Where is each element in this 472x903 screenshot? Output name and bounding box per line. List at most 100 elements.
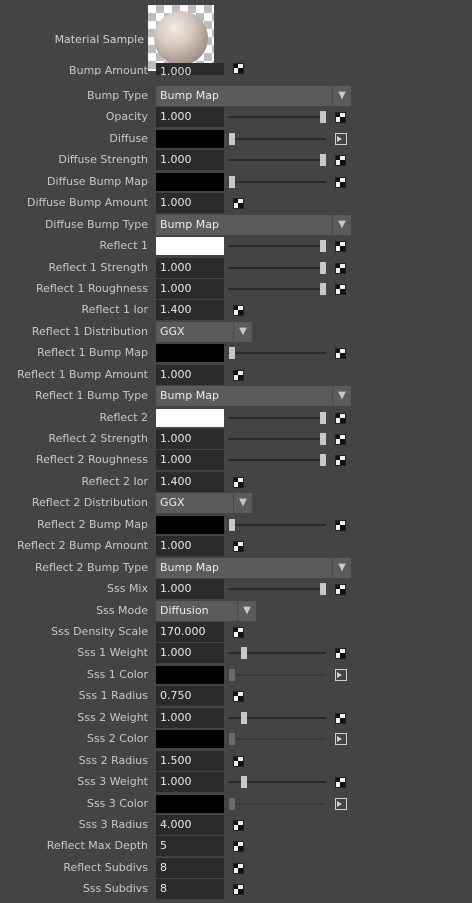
- texture-map-checker-icon[interactable]: [233, 841, 244, 852]
- sss-1-radius-field[interactable]: 0.750: [156, 686, 224, 706]
- bump-amount-map-button[interactable]: [233, 63, 244, 74]
- sss-3-weight-field[interactable]: 1.000: [156, 772, 224, 792]
- sss-mix-slider[interactable]: [228, 583, 326, 595]
- reflect-2-slider-handle[interactable]: [320, 412, 326, 424]
- chevron-down-icon[interactable]: ▼: [332, 86, 351, 106]
- reflect-2-bump-map-color-swatch[interactable]: [156, 516, 224, 534]
- reflect-2-roughness-field[interactable]: 1.000: [156, 450, 224, 470]
- reflect-2-ior-field[interactable]: 1.400: [156, 472, 224, 492]
- reflect-2-bump-type-dropdown[interactable]: Bump Map ▼: [156, 558, 351, 578]
- texture-map-checker-icon[interactable]: [335, 455, 346, 466]
- texture-map-checker-icon[interactable]: [335, 284, 346, 295]
- chevron-down-icon[interactable]: ▼: [332, 386, 351, 406]
- diffuse-bump-map-slider-handle[interactable]: [229, 176, 235, 188]
- reflect-2-slider[interactable]: [228, 412, 326, 424]
- reflect-1-bump-type-dropdown[interactable]: Bump Map ▼: [156, 386, 351, 406]
- reflect-2-bump-amount-field[interactable]: 1.000: [156, 536, 224, 556]
- diffuse-bump-type-dropdown[interactable]: Bump Map ▼: [156, 215, 351, 235]
- sss-subdivs-field[interactable]: 8: [156, 879, 224, 899]
- reflect-1-ior-field[interactable]: 1.400: [156, 300, 224, 320]
- chevron-down-icon[interactable]: ▼: [332, 558, 351, 578]
- diffuse-bump-map-slider[interactable]: [228, 176, 326, 188]
- texture-map-checker-icon[interactable]: [233, 756, 244, 767]
- opacity-field[interactable]: 1.000: [156, 107, 224, 127]
- material-sample-swatch[interactable]: [148, 5, 214, 71]
- texture-map-checker-icon[interactable]: [335, 155, 346, 166]
- output-connection-icon[interactable]: [335, 669, 347, 681]
- reflect-2-roughness-slider[interactable]: [228, 454, 326, 466]
- chevron-down-icon[interactable]: ▼: [332, 215, 351, 235]
- sss-2-color-slider-handle[interactable]: [229, 733, 235, 745]
- diffuse-strength-field[interactable]: 1.000: [156, 150, 224, 170]
- diffuse-strength-slider-handle[interactable]: [320, 154, 326, 166]
- reflect-max-depth-field[interactable]: 5: [156, 836, 224, 856]
- bump-amount-field[interactable]: 1.000: [156, 63, 224, 75]
- sss-1-color-color-swatch[interactable]: [156, 666, 224, 684]
- reflect-1-strength-slider[interactable]: [228, 262, 326, 274]
- bump-type-dropdown[interactable]: Bump Map ▼: [156, 86, 351, 106]
- reflect-1-strength-field[interactable]: 1.000: [156, 258, 224, 278]
- sss-2-weight-field[interactable]: 1.000: [156, 708, 224, 728]
- chevron-down-icon[interactable]: ▼: [237, 601, 256, 621]
- diffuse-slider-handle[interactable]: [229, 133, 235, 145]
- sss-2-radius-field[interactable]: 1.500: [156, 751, 224, 771]
- diffuse-color-swatch[interactable]: [156, 130, 224, 148]
- reflect-1-roughness-slider[interactable]: [228, 283, 326, 295]
- sss-density-scale-field[interactable]: 170.000: [156, 622, 224, 642]
- chevron-down-icon[interactable]: ▼: [233, 493, 252, 513]
- reflect-1-bump-map-color-swatch[interactable]: [156, 344, 224, 362]
- sss-3-color-slider-handle[interactable]: [229, 798, 235, 810]
- opacity-slider-handle[interactable]: [320, 111, 326, 123]
- sss-1-color-slider-handle[interactable]: [229, 669, 235, 681]
- texture-map-checker-icon[interactable]: [335, 520, 346, 531]
- texture-map-checker-icon[interactable]: [233, 477, 244, 488]
- output-connection-icon[interactable]: [335, 798, 347, 810]
- reflect-1-distribution-dropdown[interactable]: GGX ▼: [156, 322, 252, 342]
- sss-3-color-slider[interactable]: [228, 798, 326, 810]
- reflect-1-slider[interactable]: [228, 240, 326, 252]
- sss-mix-slider-handle[interactable]: [320, 583, 326, 595]
- texture-map-checker-icon[interactable]: [233, 863, 244, 874]
- sss-1-color-slider[interactable]: [228, 669, 326, 681]
- texture-map-checker-icon[interactable]: [335, 348, 346, 359]
- sss-2-weight-slider-handle[interactable]: [240, 712, 247, 724]
- diffuse-bump-map-color-swatch[interactable]: [156, 173, 224, 191]
- sss-mix-field[interactable]: 1.000: [156, 579, 224, 599]
- sss-1-weight-slider-handle[interactable]: [240, 647, 247, 659]
- texture-map-checker-icon[interactable]: [335, 112, 346, 123]
- reflect-2-bump-map-slider-handle[interactable]: [229, 519, 235, 531]
- texture-map-checker-icon[interactable]: [335, 413, 346, 424]
- texture-map-checker-icon[interactable]: [335, 177, 346, 188]
- reflect-1-bump-map-slider-handle[interactable]: [229, 347, 235, 359]
- diffuse-bump-amount-field[interactable]: 1.000: [156, 193, 224, 213]
- texture-map-checker-icon[interactable]: [233, 820, 244, 831]
- texture-map-checker-icon[interactable]: [335, 241, 346, 252]
- reflect-1-roughness-slider-handle[interactable]: [320, 283, 326, 295]
- texture-map-checker-icon[interactable]: [233, 884, 244, 895]
- texture-map-checker-icon[interactable]: [335, 263, 346, 274]
- sss-2-weight-slider[interactable]: [228, 712, 326, 724]
- reflect-subdivs-field[interactable]: 8: [156, 858, 224, 878]
- texture-map-checker-icon[interactable]: [233, 305, 244, 316]
- reflect-2-strength-slider[interactable]: [228, 433, 326, 445]
- reflect-2-distribution-dropdown[interactable]: GGX ▼: [156, 493, 252, 513]
- texture-map-checker-icon[interactable]: [233, 691, 244, 702]
- reflect-1-bump-map-slider[interactable]: [228, 347, 326, 359]
- sss-3-radius-field[interactable]: 4.000: [156, 815, 224, 835]
- texture-map-checker-icon[interactable]: [335, 584, 346, 595]
- texture-map-checker-icon[interactable]: [335, 713, 346, 724]
- sss-3-weight-slider[interactable]: [228, 776, 326, 788]
- texture-map-checker-icon[interactable]: [335, 648, 346, 659]
- texture-map-checker-icon[interactable]: [233, 627, 244, 638]
- texture-map-checker-icon[interactable]: [335, 434, 346, 445]
- output-connection-icon[interactable]: [335, 733, 347, 745]
- texture-map-checker-icon[interactable]: [233, 370, 244, 381]
- output-connection-icon[interactable]: [335, 133, 347, 145]
- reflect-1-bump-amount-field[interactable]: 1.000: [156, 365, 224, 385]
- sss-2-color-slider[interactable]: [228, 733, 326, 745]
- reflect-2-bump-map-slider[interactable]: [228, 519, 326, 531]
- opacity-slider[interactable]: [228, 111, 326, 123]
- reflect-2-roughness-slider-handle[interactable]: [320, 454, 326, 466]
- texture-map-checker-icon[interactable]: [233, 198, 244, 209]
- texture-map-checker-icon[interactable]: [335, 777, 346, 788]
